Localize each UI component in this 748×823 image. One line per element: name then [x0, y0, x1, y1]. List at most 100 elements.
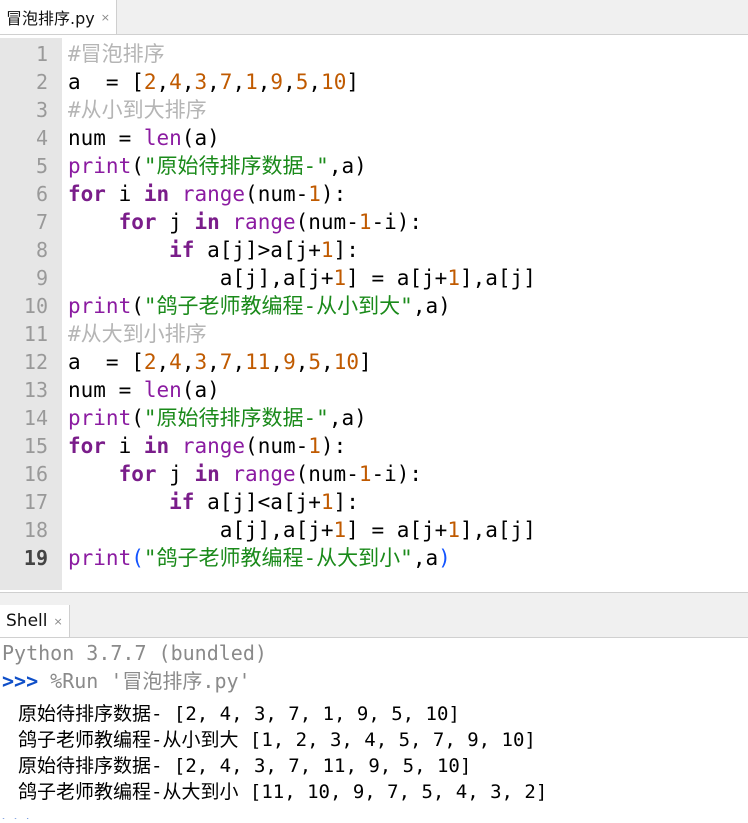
shell-command: %Run '冒泡排序.py'	[38, 669, 251, 693]
code-token: ,	[207, 70, 220, 94]
code-token: -i):	[371, 462, 423, 486]
code-token: ,a)	[328, 154, 367, 178]
line-number: 8	[35, 238, 48, 262]
code-line[interactable]: #从大到小排序	[68, 320, 207, 348]
code-token: "鸽子老师教编程-从大到小"	[143, 546, 413, 570]
code-token: 2	[143, 70, 157, 94]
code-line[interactable]: a = [2,4,3,7,11,9,5,10]	[68, 348, 372, 376]
shell-command-line: >>> %Run '冒泡排序.py'	[2, 667, 251, 695]
code-token: len	[143, 378, 182, 402]
code-token: #从大到小排序	[68, 322, 207, 346]
code-line[interactable]: print("鸽子老师教编程-从大到小",a)	[68, 544, 451, 572]
code-line[interactable]: print("原始待排序数据-",a)	[68, 404, 367, 432]
code-token: 1	[308, 182, 321, 206]
code-line[interactable]: #冒泡排序	[68, 40, 165, 68]
line-number: 7	[35, 210, 48, 234]
code-token: if	[169, 490, 195, 514]
code-token: j	[156, 210, 195, 234]
shell-prompt: >>>	[2, 669, 39, 693]
code-token: (a)	[181, 378, 220, 402]
shell-console[interactable]: Python 3.7.7 (bundled) >>> %Run '冒泡排序.py…	[0, 639, 748, 823]
code-token: 2	[143, 350, 157, 374]
code-line[interactable]: num = len(a)	[68, 124, 220, 152]
code-line[interactable]: for i in range(num-1):	[68, 180, 346, 208]
code-token: in	[143, 182, 170, 206]
code-editor[interactable]: 1 2 3 4 5 6 7 8 9 10 11 12 13 14 15 16 17 18 19 #冒泡排序 a = […	[0, 38, 748, 590]
code-token: "原始待排序数据-"	[143, 406, 329, 430]
code-token: j	[156, 462, 195, 486]
code-token: ]:	[333, 238, 359, 262]
code-token: ,	[181, 70, 195, 94]
editor-tab-bubble-sort[interactable]: 冒泡排序.py ×	[0, 0, 117, 34]
code-token: ,	[257, 70, 271, 94]
code-line[interactable]: for j in range(num-1-i):	[68, 460, 423, 488]
code-token: 4	[169, 70, 182, 94]
code-token: ] = a[j+	[346, 518, 448, 542]
code-token: ,	[308, 70, 322, 94]
line-number: 12	[23, 350, 48, 374]
code-line[interactable]: a[j],a[j+1] = a[j+1],a[j]	[68, 516, 536, 544]
code-token: ):	[320, 434, 347, 458]
code-line[interactable]: print("原始待排序数据-",a)	[68, 152, 367, 180]
code-token: ,	[156, 350, 170, 374]
code-token: 1	[245, 70, 258, 94]
code-token: ,	[295, 350, 309, 374]
code-token: a[j]>a[j+	[194, 238, 321, 262]
code-line[interactable]: num = len(a)	[68, 376, 220, 404]
code-token: ,	[181, 350, 195, 374]
code-token: ]:	[333, 490, 359, 514]
code-line[interactable]: for j in range(num-1-i):	[68, 208, 423, 236]
code-line[interactable]: a[j],a[j+1] = a[j+1],a[j]	[68, 264, 536, 292]
code-token: 7	[219, 350, 233, 374]
code-line[interactable]: #从小到大排序	[68, 96, 207, 124]
code-token: in	[143, 434, 170, 458]
code-token: 1	[320, 490, 334, 514]
code-token: 5	[295, 70, 309, 94]
code-token: a[j]<a[j+	[194, 490, 321, 514]
close-icon[interactable]: ×	[53, 615, 62, 628]
shell-output-line: 鸽子老师教编程-从小到大 [1, 2, 3, 4, 5, 7, 9, 10]	[18, 729, 536, 751]
code-token: print	[68, 546, 132, 570]
line-number: 17	[23, 490, 48, 514]
code-token: i	[105, 182, 144, 206]
code-token: (	[131, 294, 144, 318]
code-token: ]	[346, 70, 359, 94]
code-line[interactable]: a = [2,4,3,7,1,9,5,10]	[68, 68, 359, 96]
line-number: 16	[23, 462, 48, 486]
code-line[interactable]: for i in range(num-1):	[68, 432, 346, 460]
shell-next-prompt: >>>	[2, 809, 38, 819]
line-number-gutter: 1 2 3 4 5 6 7 8 9 10 11 12 13 14 15 16 17 18 19	[0, 38, 62, 590]
code-token: (	[131, 406, 144, 430]
code-token: ] = a[j+	[346, 266, 448, 290]
code-token: 1	[308, 434, 321, 458]
code-line[interactable]: print("鸽子老师教编程-从小到大",a)	[68, 292, 451, 320]
code-token: ):	[320, 182, 347, 206]
code-token: ,	[283, 70, 296, 94]
code-line[interactable]: if a[j]>a[j+1]:	[68, 236, 359, 264]
code-token: for	[68, 182, 106, 206]
code-token: -i):	[371, 210, 423, 234]
code-token: range	[181, 434, 246, 458]
code-token: ,	[270, 350, 284, 374]
tab-shell[interactable]: Shell ×	[0, 605, 70, 637]
code-token: 9	[270, 70, 284, 94]
close-icon[interactable]: ×	[101, 11, 110, 24]
code-token: range	[232, 210, 296, 234]
shell-tab-bar: Shell ×	[0, 593, 748, 638]
code-token: print	[68, 154, 132, 178]
shell-output-line: 原始待排序数据- [2, 4, 3, 7, 11, 9, 5, 10]	[18, 755, 472, 777]
code-token: ,a)	[328, 406, 367, 430]
line-number: 11	[23, 322, 48, 346]
code-token: ,	[207, 350, 220, 374]
code-token: in	[194, 462, 220, 486]
code-token: in	[194, 210, 220, 234]
code-token: 5	[308, 350, 322, 374]
code-token: a[j],a[j+	[68, 518, 334, 542]
code-token: ,a)	[412, 294, 451, 318]
code-line[interactable]: if a[j]<a[j+1]:	[68, 488, 359, 516]
code-token: range	[232, 462, 296, 486]
